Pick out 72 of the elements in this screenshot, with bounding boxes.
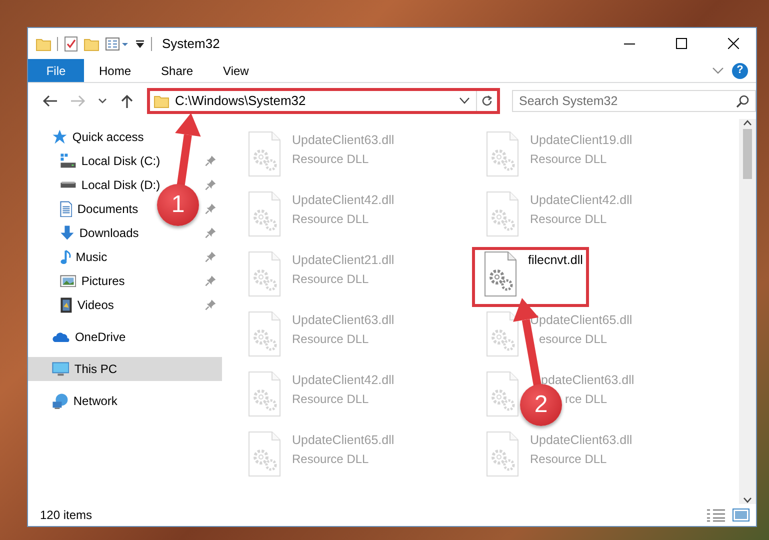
maximize-icon (676, 38, 686, 49)
help-icon[interactable]: ? (732, 62, 748, 78)
computer-icon (52, 362, 70, 376)
scroll-down-icon[interactable] (743, 496, 752, 504)
ribbon-tab[interactable]: View (208, 59, 264, 82)
cloud-icon (52, 332, 70, 342)
scroll-thumb[interactable] (743, 129, 752, 179)
sidebar-item[interactable]: Downloads (28, 221, 139, 245)
file-type: Resource DLL (530, 450, 607, 468)
file-type: Resource DLL (292, 210, 369, 228)
search-field[interactable]: Search System32 (512, 90, 756, 112)
drive-icon (60, 153, 76, 169)
drive-icon (60, 181, 76, 189)
file-menu-tab[interactable]: File (28, 59, 84, 82)
caret-icon[interactable] (135, 38, 145, 48)
search-icon[interactable] (736, 95, 749, 108)
window-title: System32 (162, 34, 220, 53)
pin-icon[interactable] (204, 251, 216, 263)
file-type: esource DLL (539, 330, 608, 348)
item-count: 120 items (40, 507, 94, 524)
up-icon (119, 94, 135, 108)
downloads-icon (60, 225, 74, 241)
file-type: Resource DLL (530, 210, 607, 228)
dll-file-icon[interactable] (484, 251, 518, 298)
sidebar-item[interactable]: Music (28, 245, 108, 269)
address-field[interactable]: C:\Windows\System32 (147, 88, 500, 114)
file-type: Resource DLL (292, 150, 369, 168)
file-type: rce DLL (565, 390, 608, 408)
back-icon (42, 94, 58, 108)
highlighted-file-item[interactable]: filecnvt.dll (472, 247, 589, 307)
large-icons-view-icon[interactable] (732, 508, 750, 522)
pin-icon[interactable] (204, 179, 216, 191)
address-path[interactable]: C:\Windows\System32 (175, 91, 453, 111)
folder-icon[interactable] (36, 36, 51, 50)
expand-ribbon-icon[interactable] (712, 66, 724, 74)
sidebar-item[interactable]: Pictures (28, 269, 125, 293)
new-folder-icon[interactable] (84, 36, 99, 50)
file-type: Resource DLL (292, 270, 369, 288)
sidebar-item[interactable]: Documents (28, 197, 138, 221)
videos-icon (60, 296, 72, 314)
properties-icon[interactable] (105, 36, 129, 50)
ribbon-tab[interactable]: Home (84, 59, 146, 82)
close-icon (728, 38, 738, 49)
sidebar-item[interactable]: Quick access (28, 125, 144, 149)
documents-icon (60, 200, 72, 218)
dropdown-icon[interactable] (459, 97, 470, 105)
sidebar-item[interactable]: Network (28, 389, 118, 413)
details-view-icon[interactable] (706, 508, 726, 522)
pin-icon[interactable] (204, 275, 216, 287)
star-icon (52, 129, 68, 145)
pin-icon[interactable] (204, 299, 216, 311)
pictures-icon (60, 274, 76, 288)
pin-icon[interactable] (204, 155, 216, 167)
file-name[interactable]: filecnvt.dll (528, 251, 583, 270)
forward-icon (70, 94, 86, 108)
checklist-icon[interactable] (64, 36, 78, 52)
sidebar-item[interactable]: OneDrive (28, 325, 126, 349)
file-type: Resource DLL (292, 450, 369, 468)
scrollbar[interactable] (739, 119, 756, 504)
ribbon-tab[interactable]: Share (146, 59, 208, 82)
sidebar-item[interactable]: Videos (28, 293, 114, 317)
refresh-icon[interactable] (481, 95, 493, 107)
file-type: Resource DLL (530, 150, 607, 168)
sidebar-item[interactable]: Local Disk (C:) (28, 149, 160, 173)
file-type: Resource DLL (292, 390, 369, 408)
pin-icon[interactable] (204, 227, 216, 239)
scroll-up-icon[interactable] (743, 119, 752, 127)
folder-icon (154, 94, 169, 108)
network-icon (52, 392, 68, 410)
pin-icon[interactable] (204, 203, 216, 215)
file-type: Resource DLL (292, 330, 369, 348)
music-icon (60, 250, 71, 264)
